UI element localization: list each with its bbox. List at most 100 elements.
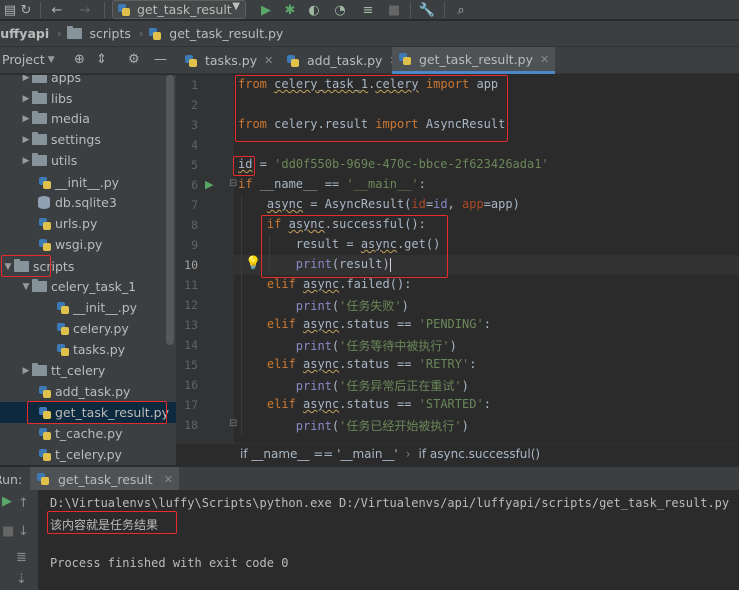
breadcrumb-file[interactable]: get_task_result.py [148, 26, 283, 41]
up-arrow-icon[interactable]: ↑ [18, 496, 29, 511]
tree-item-scripts[interactable]: ▼ scripts [0, 256, 176, 277]
scroll-to-end-icon[interactable]: ⇣ [16, 572, 27, 587]
project-scrollbar[interactable] [166, 75, 174, 345]
retry-message-string: '任务异常后正在重试' [339, 379, 462, 393]
tree-item-tt-celery[interactable]: ▶ tt_celery [0, 360, 176, 381]
tree-item-t-celery[interactable]: t_celery.py [0, 444, 176, 465]
run-tab[interactable]: get_task_result ✕ [30, 467, 179, 491]
breadcrumb-folder[interactable]: scripts [66, 26, 131, 41]
tab-tasks[interactable]: tasks.py ✕ [178, 47, 279, 74]
tree-item-label: scripts [33, 259, 75, 274]
tree-item-init[interactable]: __init__.py [0, 172, 176, 193]
collapse-arrow-icon[interactable]: ▼ [20, 282, 32, 292]
code-line-6: if __name__ == '__main__': [238, 177, 426, 191]
line-number: 7 [191, 198, 198, 212]
tree-item-tasks[interactable]: tasks.py [0, 339, 176, 360]
expand-arrow-icon[interactable]: ▶ [20, 366, 32, 376]
tree-item-db[interactable]: db.sqlite3 [0, 192, 176, 213]
tree-item-urls[interactable]: urls.py [0, 213, 176, 234]
project-view-selector[interactable]: Project ▼ [2, 52, 55, 67]
profile-icon[interactable]: ◔ [332, 1, 348, 19]
run-console[interactable]: D:\Virtualenvs\luffy\Scripts\python.exe … [38, 490, 739, 590]
tree-item-t-cache[interactable]: t_cache.py [0, 423, 176, 444]
collapse-arrow-icon[interactable]: ▼ [2, 262, 14, 272]
tree-item-utils[interactable]: ▶ utils [0, 150, 176, 171]
collapse-all-icon[interactable]: ⇕ [96, 52, 107, 67]
close-icon[interactable]: ✕ [164, 473, 173, 486]
pending-message-string: '任务等待中被执行' [339, 339, 450, 353]
line-number: 8 [191, 218, 198, 232]
tree-item-get-task-result[interactable]: get_task_result.py [0, 402, 176, 423]
tree-item-label: libs [51, 91, 73, 106]
concurrency-icon[interactable]: ≡ [360, 1, 376, 19]
sync-icon[interactable]: ↻ [18, 1, 34, 19]
code-line-3: from celery.result import AsyncResult [238, 117, 506, 131]
locate-file-icon[interactable]: ⊕ [74, 52, 85, 67]
rerun-icon[interactable]: ▶ [2, 494, 12, 509]
debug-icon[interactable]: ✱ [282, 1, 298, 19]
tree-item-wsgi[interactable]: wsgi.py [0, 234, 176, 255]
tree-item-label: wsgi.py [55, 237, 103, 252]
tree-item-media[interactable]: ▶ media [0, 108, 176, 129]
forward-icon[interactable]: → [76, 1, 94, 19]
code-breadcrumb-item[interactable]: if __name__ == '__main__' [240, 447, 398, 461]
line-number: 18 [184, 418, 198, 432]
tab-add-task[interactable]: add_task.py ✕ [280, 47, 405, 74]
save-all-icon[interactable]: ▤ [2, 1, 18, 19]
tree-item-celery-task-1[interactable]: ▼ celery_task_1 [0, 276, 176, 297]
soft-wrap-icon[interactable]: ≣ [16, 550, 27, 565]
code-line-17: elif async.status == 'STARTED': [266, 397, 491, 411]
expand-arrow-icon[interactable]: ▶ [20, 94, 32, 104]
pending-status-string: 'PENDING' [418, 317, 484, 331]
line-number: 4 [191, 138, 198, 152]
hide-panel-icon[interactable]: — [154, 52, 167, 67]
python-file-icon [148, 27, 162, 41]
chevron-down-icon: ▼ [232, 1, 240, 12]
search-icon[interactable]: ⌕ [452, 1, 470, 19]
stop-icon[interactable]: ■ [2, 524, 14, 539]
close-icon[interactable]: ✕ [540, 53, 549, 66]
wrench-icon[interactable]: 🔧 [418, 1, 436, 19]
code-breadcrumb-item[interactable]: if async.successful() [419, 447, 541, 461]
run-gutter-icon[interactable]: ▶ [205, 178, 213, 191]
tree-item-label: media [51, 111, 90, 126]
editor-tab-bar: tasks.py ✕ add_task.py ✕ get_task_result… [176, 47, 739, 74]
tree-item-add-task[interactable]: add_task.py [0, 381, 176, 402]
tree-item-label: tt_celery [51, 363, 106, 378]
line-number: 2 [191, 98, 198, 112]
tree-item-init-2[interactable]: __init__.py [0, 297, 176, 318]
breadcrumb-project[interactable]: luffyapi [0, 26, 49, 41]
chevron-right-icon: › [138, 27, 144, 40]
fold-icon[interactable]: ⊟ [229, 178, 237, 189]
tab-get-task-result[interactable]: get_task_result.py ✕ [392, 47, 556, 74]
code-line-1: from celery_task_1.celery import app [238, 77, 499, 91]
code-line-12: print('任务失败') [295, 299, 409, 313]
coverage-icon[interactable]: ◐ [306, 1, 322, 19]
close-icon[interactable]: ✕ [264, 54, 273, 67]
fold-icon[interactable]: ⊟ [229, 418, 237, 429]
back-icon[interactable]: ← [48, 1, 66, 19]
tree-item-apps[interactable]: ▶ apps [0, 75, 176, 88]
tree-item-settings[interactable]: ▶ settings [0, 129, 176, 150]
tree-item-label: utils [51, 153, 78, 168]
tree-item-label: t_cache.py [55, 426, 123, 441]
run-icon[interactable]: ▶ [258, 1, 274, 19]
expand-arrow-icon[interactable]: ▶ [20, 156, 32, 166]
expand-arrow-icon[interactable]: ▶ [20, 114, 32, 124]
line-number: 11 [184, 278, 198, 292]
gear-icon[interactable]: ⚙ [128, 52, 140, 67]
project-tree: ▶ apps ▶ libs ▶ media ▶ settings ▶ utils __in… [0, 75, 176, 465]
run-configuration-select[interactable]: get_task_result ▼ [112, 0, 246, 19]
folder-icon [32, 363, 47, 376]
stop-icon[interactable]: ■ [386, 1, 402, 19]
expand-arrow-icon[interactable]: ▶ [20, 75, 32, 83]
line-number: 16 [184, 378, 198, 392]
line-number: 9 [191, 238, 198, 252]
expand-arrow-icon[interactable]: ▶ [20, 135, 32, 145]
down-arrow-icon[interactable]: ↓ [18, 524, 29, 539]
tree-item-celery[interactable]: celery.py [0, 318, 176, 339]
line-number: 12 [184, 298, 198, 312]
tree-item-libs[interactable]: ▶ libs [0, 88, 176, 109]
python-file-icon [38, 385, 51, 399]
code-line-8: if async.successful(): [266, 217, 426, 231]
